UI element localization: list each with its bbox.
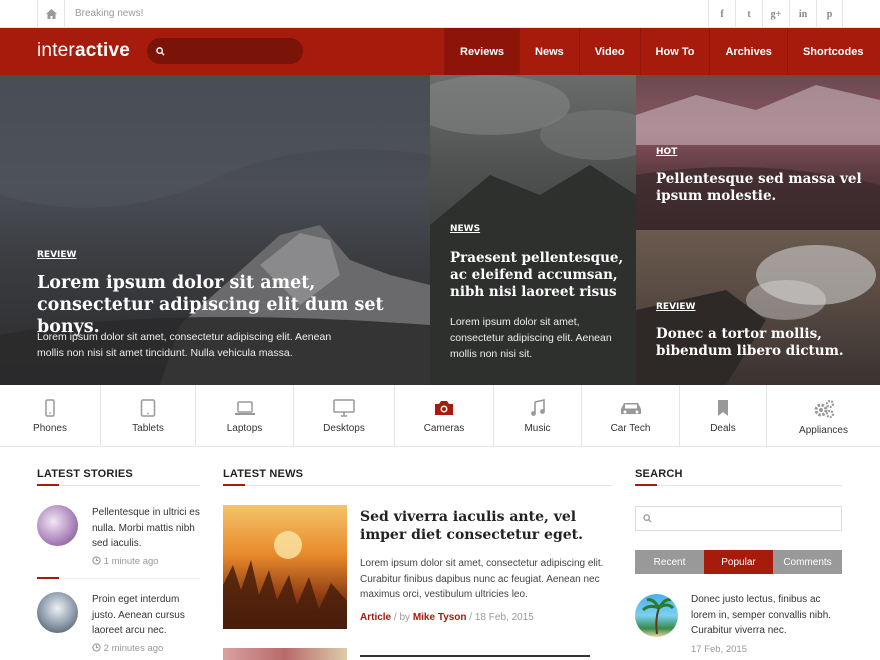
hero-excerpt: Lorem ipsum dolor sit amet, consectetur …	[450, 316, 612, 360]
section-divider	[37, 484, 200, 486]
pinterest-icon[interactable]: p	[816, 0, 843, 28]
hero-title[interactable]: Lorem ipsum dolor sit amet, consectetur …	[37, 273, 407, 339]
news-excerpt: Lorem ipsum dolor sit amet, consectetur …	[360, 558, 604, 600]
nav-menu: Reviews News Video How To Archives Short…	[444, 28, 878, 75]
news-thumbnail[interactable]	[223, 648, 347, 660]
search-icon	[156, 46, 165, 56]
sidebar-search-input[interactable]	[635, 506, 842, 531]
hero-tag[interactable]: NEWS	[450, 224, 480, 234]
latest-stories-heading: LATEST STORIES	[37, 468, 133, 480]
category-car-tech[interactable]: Car Tech	[582, 385, 680, 446]
popular-thumbnail[interactable]	[635, 594, 678, 637]
tab-comments[interactable]: Comments	[773, 550, 842, 574]
facebook-icon[interactable]: f	[708, 0, 735, 28]
news-title-partial[interactable]	[360, 652, 610, 660]
hero-tile-4[interactable]: REVIEW Donec a tortor mollis, bibendum l…	[636, 230, 880, 385]
hero-grid: REVIEW Lorem ipsum dolor sit amet, conse…	[0, 75, 880, 385]
category-laptops[interactable]: Laptops	[196, 385, 294, 446]
camera-icon	[435, 401, 453, 415]
news-category-link[interactable]: Article	[360, 612, 391, 623]
search-input[interactable]	[147, 38, 303, 64]
hero-tile-3[interactable]: HOT Pellentesque sed massa vel ipsum mol…	[636, 75, 880, 230]
clock-icon	[92, 643, 101, 652]
hero-tag[interactable]: REVIEW	[656, 302, 695, 312]
category-deals[interactable]: Deals	[680, 385, 767, 446]
nav-archives[interactable]: Archives	[709, 28, 786, 75]
category-tablets[interactable]: Tablets	[101, 385, 196, 446]
news-title[interactable]: Sed viverra iaculis ante, vel imper diet…	[360, 509, 620, 544]
story-item[interactable]: Pellentesque in ultrici es nulla. Morbi …	[37, 505, 200, 585]
nav-shortcodes[interactable]: Shortcodes	[786, 28, 879, 75]
category-bar: Phones Tablets Laptops Desktops Cameras …	[0, 385, 880, 447]
home-icon[interactable]	[37, 0, 65, 28]
news-date: 18 Feb, 2015	[474, 612, 534, 623]
category-music[interactable]: Music	[494, 385, 582, 446]
hero-title[interactable]: Donec a tortor mollis, bibendum libero d…	[656, 326, 866, 360]
popular-image	[641, 598, 675, 635]
category-appliances[interactable]: Appliances	[767, 385, 880, 446]
category-phones[interactable]: Phones	[0, 385, 101, 446]
popular-date: 17 Feb, 2015	[691, 644, 747, 655]
hero-tag[interactable]: HOT	[656, 147, 677, 157]
hero-tile-1[interactable]: REVIEW Lorem ipsum dolor sit amet, conse…	[0, 75, 430, 385]
sidebar-tabs: Recent Popular Comments	[635, 550, 842, 574]
top-bar: Breaking news! f t g+ in p	[0, 0, 880, 28]
story-thumbnail[interactable]	[37, 505, 78, 546]
google-plus-icon[interactable]: g+	[762, 0, 789, 28]
twitter-icon[interactable]: t	[735, 0, 762, 28]
search-heading: SEARCH	[635, 468, 683, 480]
nav-news[interactable]: News	[519, 28, 579, 75]
story-thumbnail[interactable]	[37, 592, 78, 633]
category-cameras[interactable]: Cameras	[395, 385, 494, 446]
story-text[interactable]: Pellentesque in ultrici es nulla. Morbi …	[92, 505, 202, 552]
news-image	[223, 531, 347, 629]
story-text[interactable]: Proin eget interdum justo. Aenean cursus…	[92, 592, 202, 639]
desktop-icon	[333, 399, 355, 417]
news-thumbnail[interactable]	[223, 505, 347, 629]
section-divider	[635, 484, 842, 486]
news-author-link[interactable]: Mike Tyson	[413, 612, 467, 623]
music-icon	[530, 399, 545, 416]
clock-icon	[92, 556, 101, 565]
story-item[interactable]: Proin eget interdum justo. Aenean cursus…	[37, 592, 200, 660]
gears-icon	[814, 399, 834, 419]
story-divider	[37, 577, 200, 579]
hero-tile-2[interactable]: NEWS Praesent pellentesque, ac eleifend …	[430, 75, 636, 385]
site-logo[interactable]: interactive	[37, 40, 130, 62]
nav-how-to[interactable]: How To	[639, 28, 710, 75]
phone-icon	[45, 399, 55, 417]
tablet-icon	[140, 399, 156, 417]
story-time: 2 minutes ago	[92, 643, 163, 654]
breaking-news-label[interactable]: Breaking news!	[75, 8, 143, 19]
tab-recent[interactable]: Recent	[635, 550, 704, 574]
social-links: f t g+ in p	[708, 0, 843, 28]
section-divider	[223, 484, 612, 486]
hero-tag[interactable]: REVIEW	[37, 250, 76, 260]
main-nav: interactive Reviews News Video How To Ar…	[0, 28, 880, 75]
popular-text[interactable]: Donec justo lectus, finibus ac lorem in,…	[691, 592, 841, 639]
news-meta: Article / by Mike Tyson / 18 Feb, 2015	[360, 612, 534, 623]
hero-excerpt: Lorem ipsum dolor sit amet, consectetur …	[37, 331, 332, 359]
search-icon	[643, 514, 652, 523]
bookmark-icon	[718, 400, 728, 416]
tab-popular[interactable]: Popular	[704, 550, 773, 574]
nav-reviews[interactable]: Reviews	[444, 28, 520, 75]
latest-news-heading: LATEST NEWS	[223, 468, 304, 480]
story-time: 1 minute ago	[92, 556, 159, 567]
car-icon	[620, 403, 641, 414]
nav-video[interactable]: Video	[578, 28, 640, 75]
hero-title[interactable]: Praesent pellentesque, ac eleifend accum…	[450, 250, 625, 301]
hero-title[interactable]: Pellentesque sed massa vel ipsum molesti…	[656, 171, 866, 205]
laptop-icon	[234, 401, 255, 415]
category-desktops[interactable]: Desktops	[294, 385, 395, 446]
linkedin-icon[interactable]: in	[789, 0, 816, 28]
